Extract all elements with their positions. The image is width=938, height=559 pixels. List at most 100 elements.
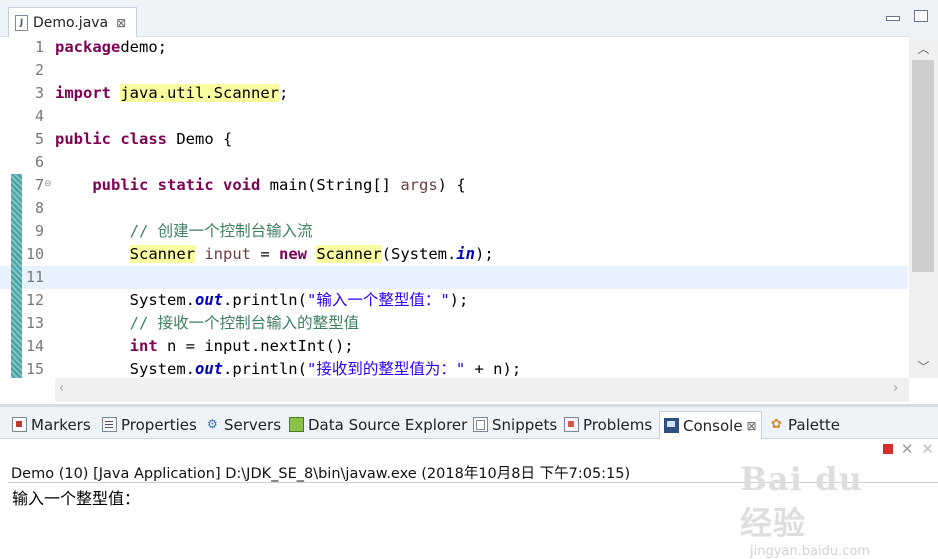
code-token: Demo { <box>167 130 233 148</box>
console-process-label: Demo (10) [Java Application] D:\JDK_SE_8… <box>11 466 631 482</box>
tab-label: Data Source Explorer <box>308 415 468 434</box>
code-token: Scanner <box>129 245 195 263</box>
code-line[interactable]: 5 public class Demo { <box>0 128 908 151</box>
code-token: main(String[] <box>260 176 401 194</box>
code-text: // 接收一个控制台输入的整型值 <box>55 312 360 335</box>
terminate-icon[interactable] <box>882 444 893 454</box>
code-token: "输入一个整型值：" <box>306 291 450 309</box>
servers-icon: ⚙ <box>207 417 218 431</box>
code-token: in <box>456 245 475 263</box>
code-line[interactable]: 8 <box>0 197 908 220</box>
scroll-right-icon[interactable]: › <box>893 381 898 396</box>
code-token: args <box>400 176 438 194</box>
editor-tab-label: Demo.java <box>33 14 109 31</box>
code-line[interactable]: 14 int n = input.nextInt(); <box>0 335 908 358</box>
editor-tab-demo-java[interactable]: J Demo.java ⊠ <box>8 7 138 37</box>
code-editor[interactable]: J Demo.java ⊠ 1 packagedemo; 2 3 import java… <box>0 0 938 404</box>
scrollbar-thumb[interactable] <box>912 60 934 272</box>
tab-servers[interactable]: ⚙ Servers <box>207 411 281 438</box>
tab-label: Markers <box>31 415 91 434</box>
maximize-icon[interactable] <box>914 10 928 22</box>
scroll-left-icon[interactable]: ‹ <box>59 381 64 396</box>
code-line[interactable]: 10 Scanner input = new Scanner(System.in… <box>0 243 908 266</box>
code-token: java.util.Scanner <box>120 84 279 102</box>
tab-markers[interactable]: Markers <box>12 411 91 438</box>
console-output[interactable]: 输入一个整型值： <box>12 485 140 509</box>
code-token: = <box>251 245 279 263</box>
line-number: 8 <box>34 199 44 217</box>
minimize-icon[interactable] <box>886 16 900 21</box>
scroll-down-icon[interactable]: ﹀ <box>909 358 938 375</box>
code-text: packagedemo; <box>55 36 167 59</box>
horizontal-scrollbar[interactable]: ‹ › <box>55 378 909 402</box>
tab-console[interactable]: Console ⊠ <box>659 411 762 439</box>
code-token: System. <box>55 360 195 378</box>
code-token: + n); <box>465 360 522 378</box>
code-line[interactable]: 12 System.out.println("输入一个整型值："); <box>0 289 908 312</box>
code-token: package <box>55 38 121 56</box>
change-indicator <box>11 266 22 289</box>
code-text: int n = input.nextInt(); <box>55 335 354 358</box>
code-line[interactable]: 6 <box>0 151 908 174</box>
close-tab-icon[interactable]: ⊠ <box>116 16 126 30</box>
problems-icon <box>564 417 579 432</box>
tab-label: Properties <box>121 415 197 434</box>
line-number: 2 <box>34 61 44 79</box>
snippets-icon <box>473 417 488 432</box>
code-token: Scanner <box>316 245 382 263</box>
console-icon <box>664 418 679 433</box>
code-token: new <box>279 245 307 263</box>
code-text: System.out.println("接收到的整型值为：" + n); <box>55 358 522 378</box>
baidu-watermark: Bai du 经验 jingyan.baidu.com <box>740 460 890 559</box>
console-toolbar: ✕ ✕ <box>882 442 934 457</box>
code-line[interactable]: 2 <box>0 59 908 82</box>
code-token: static <box>157 176 214 194</box>
tab-data-source-explorer[interactable]: Data Source Explorer <box>289 411 467 438</box>
code-line[interactable]: 3 import java.util.Scanner; <box>0 82 908 105</box>
watermark-brand: Bai du 经验 <box>740 460 863 542</box>
code-token: ); <box>475 245 494 263</box>
code-text: public static void main(String[] args) { <box>55 174 465 197</box>
tab-properties[interactable]: Properties <box>102 411 197 438</box>
tab-palette[interactable]: ✿ Palette <box>771 411 840 438</box>
scroll-up-icon[interactable]: ︿ <box>909 40 938 57</box>
change-indicator <box>11 220 22 243</box>
editor-text-area[interactable]: 1 packagedemo; 2 3 import java.util.Scanner;… <box>0 36 908 378</box>
vertical-scrollbar[interactable]: ︿ ﹀ <box>909 36 938 378</box>
code-text: // 创建一个控制台输入流 <box>55 220 313 243</box>
tab-snippets[interactable]: Snippets <box>473 411 557 438</box>
line-number: 10 <box>25 245 44 263</box>
change-indicator <box>11 335 22 358</box>
change-indicator <box>11 243 22 266</box>
watermark-url: jingyan.baidu.com <box>750 544 870 559</box>
line-number: 1 <box>34 38 44 56</box>
code-line[interactable]: 4 <box>0 105 908 128</box>
code-line[interactable]: 9 // 创建一个控制台输入流 <box>0 220 908 243</box>
code-token: void <box>223 176 261 194</box>
code-line[interactable]: 15 System.out.println("接收到的整型值为：" + n); <box>0 358 908 378</box>
code-token: int <box>129 337 158 355</box>
editor-tab-bar: J Demo.java ⊠ <box>0 0 938 37</box>
code-line[interactable]: 7 ⊖ public static void main(String[] args… <box>0 174 908 197</box>
code-token: out <box>194 291 223 309</box>
tab-label: Console <box>683 416 743 435</box>
code-line[interactable]: 13 // 接收一个控制台输入的整型值 <box>0 312 908 335</box>
tab-problems[interactable]: Problems <box>564 411 652 438</box>
collapse-icon[interactable]: ⊖ <box>44 179 52 189</box>
code-token: out <box>194 360 223 378</box>
tab-label: Snippets <box>492 415 558 434</box>
code-line[interactable]: 1 packagedemo; <box>0 36 908 59</box>
code-token: public <box>55 130 111 148</box>
java-file-icon: J <box>15 14 28 31</box>
code-token: .println( <box>222 291 307 309</box>
code-line[interactable]: 11 <box>0 266 908 289</box>
remove-all-terminated-icon[interactable]: ✕ <box>921 442 934 457</box>
remove-launch-icon[interactable]: ✕ <box>901 442 914 457</box>
line-number: 4 <box>34 107 44 125</box>
close-tab-icon[interactable]: ⊠ <box>747 419 757 433</box>
